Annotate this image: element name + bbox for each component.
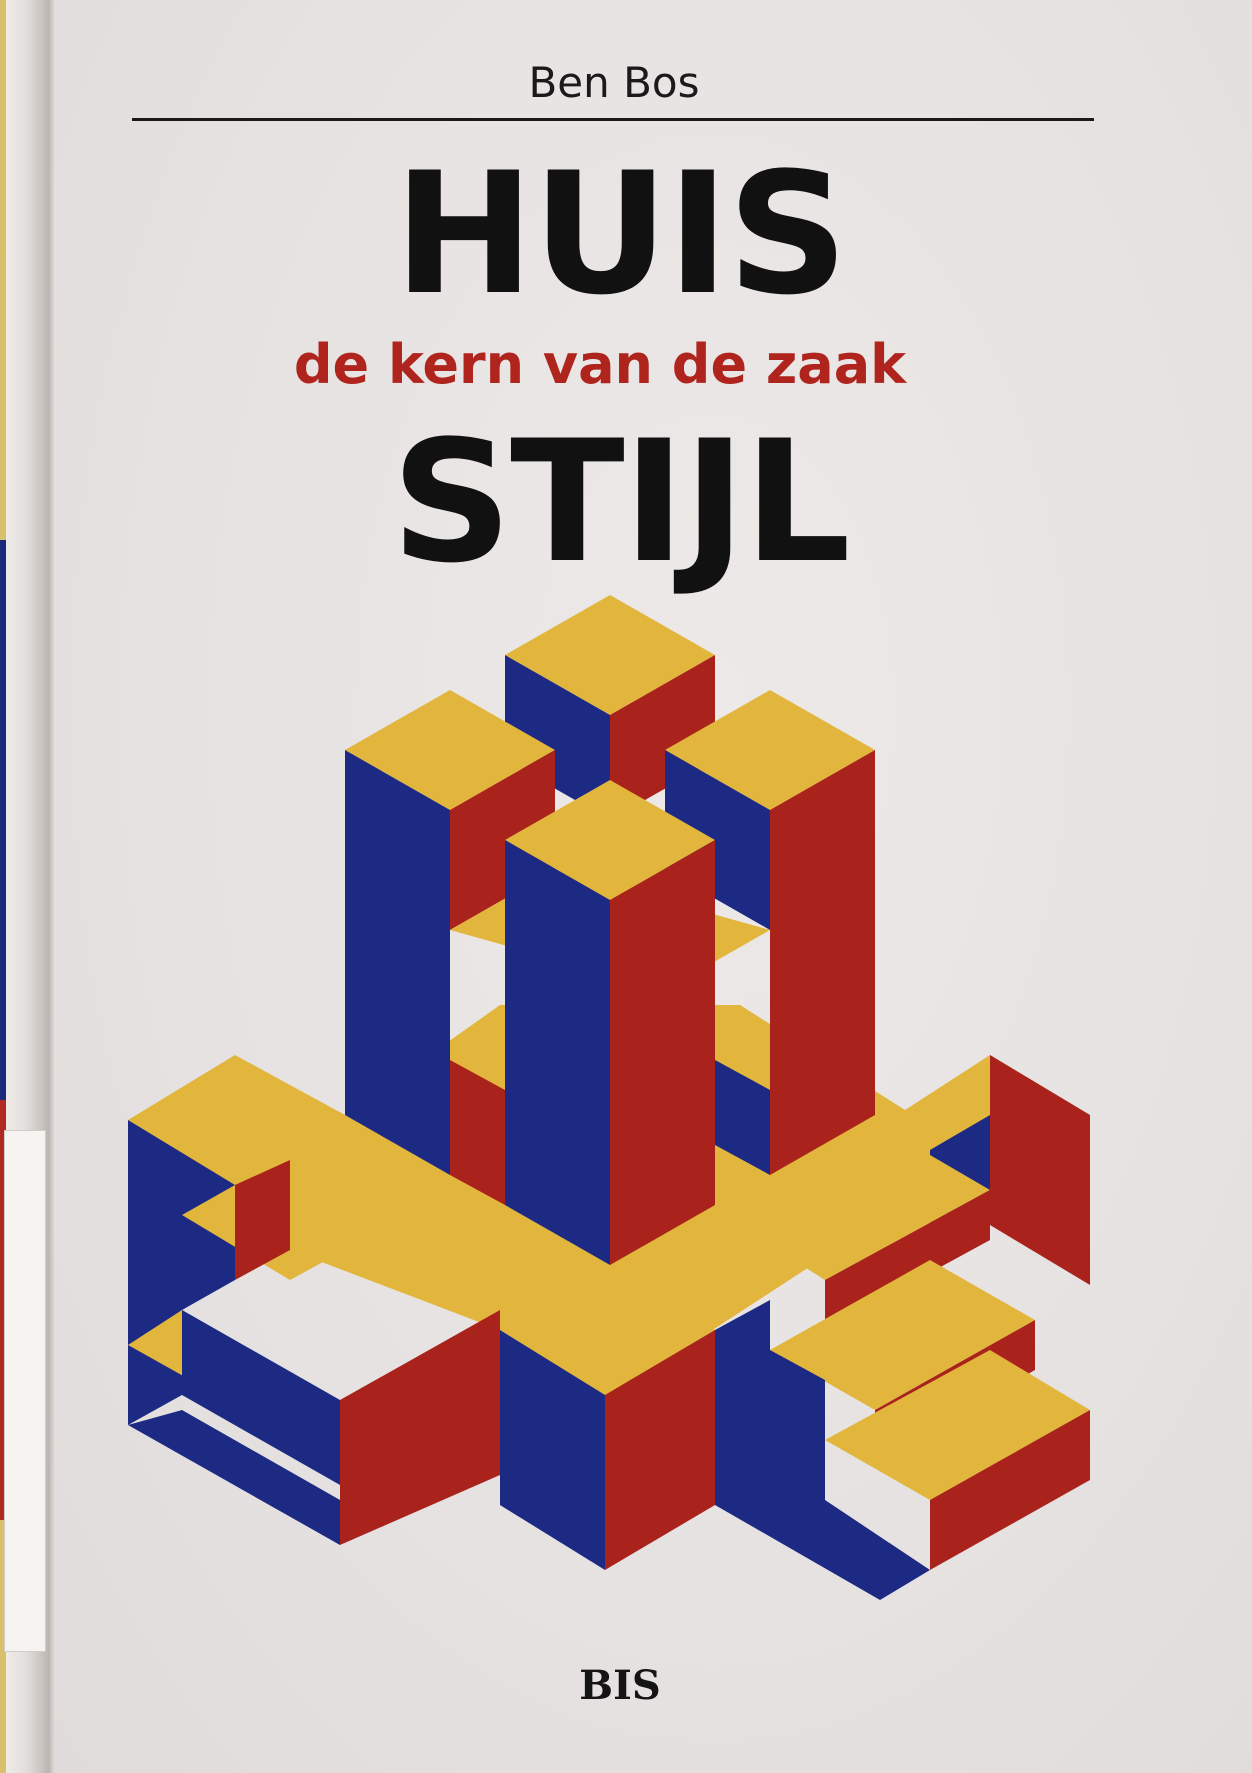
left-wing-red [340,1310,500,1545]
publisher-logo: BIS [579,1662,661,1709]
isometric-h-block-sculpture-icon [128,595,1090,1600]
left-tower-blue [345,750,450,1175]
right-tower-red [770,750,875,1175]
front-tower-red [610,840,715,1265]
right-wing-red [990,1055,1090,1285]
front-tower-blue [505,840,610,1265]
